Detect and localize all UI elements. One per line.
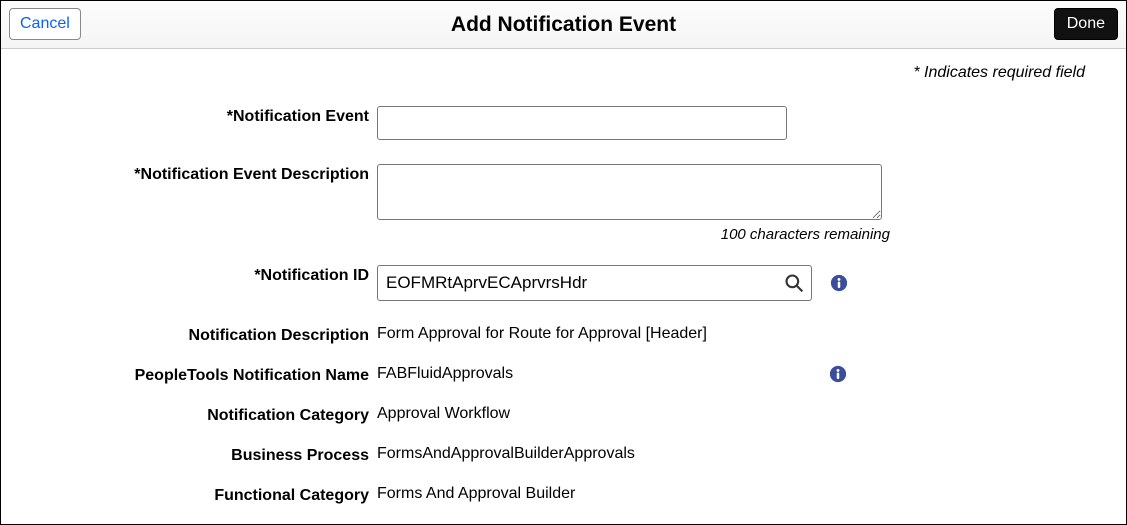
info-icon[interactable]: [829, 365, 847, 383]
notification-event-desc-textarea[interactable]: [377, 164, 882, 220]
label-notification-category: Notification Category: [42, 401, 377, 425]
row-notification-id: *Notification ID: [42, 261, 1085, 301]
row-notification-category: Notification Category Approval Workflow: [42, 401, 1085, 425]
done-button[interactable]: Done: [1054, 8, 1118, 40]
content-scroll[interactable]: * Indicates required field *Notification…: [2, 50, 1125, 523]
row-notification-event: *Notification Event: [42, 102, 1085, 140]
dialog-header: Cancel Add Notification Event Done: [1, 1, 1126, 49]
label-peopletools-name: PeopleTools Notification Name: [42, 361, 377, 385]
row-business-process: Business Process FormsAndApprovalBuilder…: [42, 441, 1085, 465]
required-field-note: * Indicates required field: [42, 64, 1085, 82]
value-notification-category: Approval Workflow: [377, 405, 510, 423]
notification-id-input[interactable]: [377, 265, 812, 301]
form-content: * Indicates required field *Notification…: [2, 50, 1125, 523]
row-notification-description: Notification Description Form Approval f…: [42, 321, 1085, 345]
label-functional-category: Functional Category: [42, 481, 377, 505]
dialog-title: Add Notification Event: [451, 13, 676, 37]
label-notification-description: Notification Description: [42, 321, 377, 345]
row-peopletools-name: PeopleTools Notification Name FABFluidAp…: [42, 361, 1085, 385]
value-notification-description: Form Approval for Route for Approval [He…: [377, 325, 707, 343]
row-functional-category: Functional Category Forms And Approval B…: [42, 481, 1085, 505]
char-counter: 100 characters remaining: [385, 226, 890, 243]
label-notification-event: *Notification Event: [42, 102, 377, 126]
lookup-icon[interactable]: [784, 273, 804, 293]
cancel-button[interactable]: Cancel: [9, 8, 81, 40]
info-icon[interactable]: [830, 274, 848, 292]
label-business-process: Business Process: [42, 441, 377, 465]
notification-event-input[interactable]: [377, 106, 787, 140]
label-notification-id: *Notification ID: [42, 261, 377, 285]
value-peopletools-name: FABFluidApprovals: [377, 365, 811, 383]
row-notification-event-desc: *Notification Event Description: [42, 160, 1085, 220]
value-functional-category: Forms And Approval Builder: [377, 485, 575, 503]
label-notification-event-desc: *Notification Event Description: [42, 160, 377, 184]
value-business-process: FormsAndApprovalBuilderApprovals: [377, 445, 635, 463]
